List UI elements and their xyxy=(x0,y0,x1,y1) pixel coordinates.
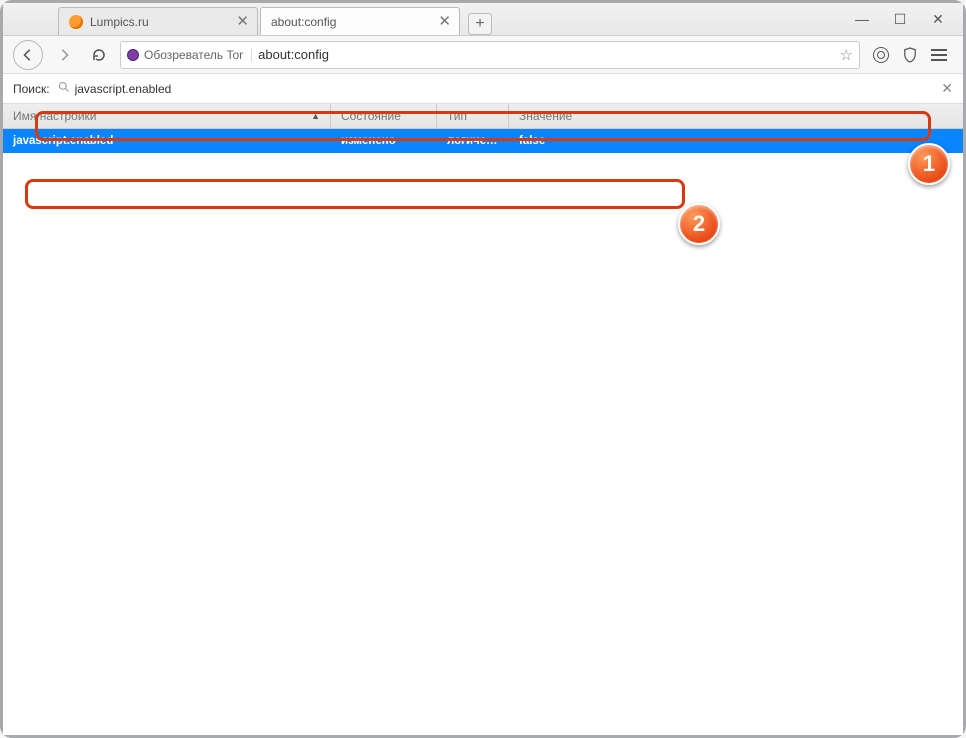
tab-label: Lumpics.ru xyxy=(90,15,230,29)
search-input-wrap xyxy=(56,81,938,96)
tab-lumpics[interactable]: Lumpics.ru ✕ xyxy=(58,7,258,35)
tor-label: Обозреватель Tor xyxy=(144,48,243,62)
window-controls: — ☐ ✕ xyxy=(837,3,963,35)
back-button[interactable] xyxy=(13,40,43,70)
pref-table-header: Имя настройки ▲ Состояние Тип Значение xyxy=(3,104,963,129)
col-header-name[interactable]: Имя настройки ▲ xyxy=(3,104,331,128)
pref-type: логическ... xyxy=(437,135,509,147)
arrow-right-icon xyxy=(57,48,71,62)
url-text: about:config xyxy=(258,47,833,62)
search-label: Поиск: xyxy=(9,82,56,96)
toolbar-right xyxy=(867,47,953,63)
search-input[interactable] xyxy=(75,82,938,96)
titlebar: Lumpics.ru ✕ about:config ✕ + — ☐ ✕ xyxy=(3,3,963,36)
pref-table-body: javascript.enabled изменено логическ... … xyxy=(3,129,963,735)
tor-circuit-icon[interactable] xyxy=(873,47,889,63)
tab-label: about:config xyxy=(271,15,432,29)
close-window-button[interactable]: ✕ xyxy=(931,11,945,28)
maximize-button[interactable]: ☐ xyxy=(893,11,907,28)
table-row[interactable]: javascript.enabled изменено логическ... … xyxy=(3,129,963,153)
bookmark-star-icon[interactable]: ☆ xyxy=(840,46,853,64)
plus-icon: + xyxy=(475,15,484,33)
address-bar[interactable]: Обозреватель Tor about:config ☆ xyxy=(120,41,860,69)
shield-icon[interactable] xyxy=(903,47,917,63)
annotation-callout-2: 2 xyxy=(678,203,720,245)
clear-search-icon[interactable]: ✕ xyxy=(937,80,957,97)
tor-onion-icon xyxy=(127,49,139,61)
tab-aboutconfig[interactable]: about:config ✕ xyxy=(260,7,460,35)
col-header-value[interactable]: Значение xyxy=(509,104,963,128)
menu-button[interactable] xyxy=(931,49,947,61)
search-icon xyxy=(58,81,70,96)
reload-icon xyxy=(91,47,107,63)
close-tab-icon[interactable]: ✕ xyxy=(438,14,451,29)
sort-asc-icon: ▲ xyxy=(311,111,320,121)
tab-strip: Lumpics.ru ✕ about:config ✕ + xyxy=(3,3,837,35)
reload-button[interactable] xyxy=(85,41,113,69)
col-header-status[interactable]: Состояние xyxy=(331,104,437,128)
preference-search-row: Поиск: ✕ xyxy=(3,74,963,104)
forward-button[interactable] xyxy=(50,41,78,69)
minimize-button[interactable]: — xyxy=(855,11,869,27)
pref-name: javascript.enabled xyxy=(3,135,331,147)
pref-status: изменено xyxy=(331,135,437,147)
col-header-type[interactable]: Тип xyxy=(437,104,509,128)
navbar: Обозреватель Tor about:config ☆ xyxy=(3,36,963,74)
annotation-callout-1: 1 xyxy=(908,143,950,185)
pref-value: false xyxy=(509,135,963,147)
close-tab-icon[interactable]: ✕ xyxy=(236,14,249,29)
new-tab-button[interactable]: + xyxy=(468,13,492,35)
favicon-lumpics-icon xyxy=(69,15,83,29)
arrow-left-icon xyxy=(21,48,35,62)
tor-identity[interactable]: Обозреватель Tor xyxy=(127,48,252,62)
